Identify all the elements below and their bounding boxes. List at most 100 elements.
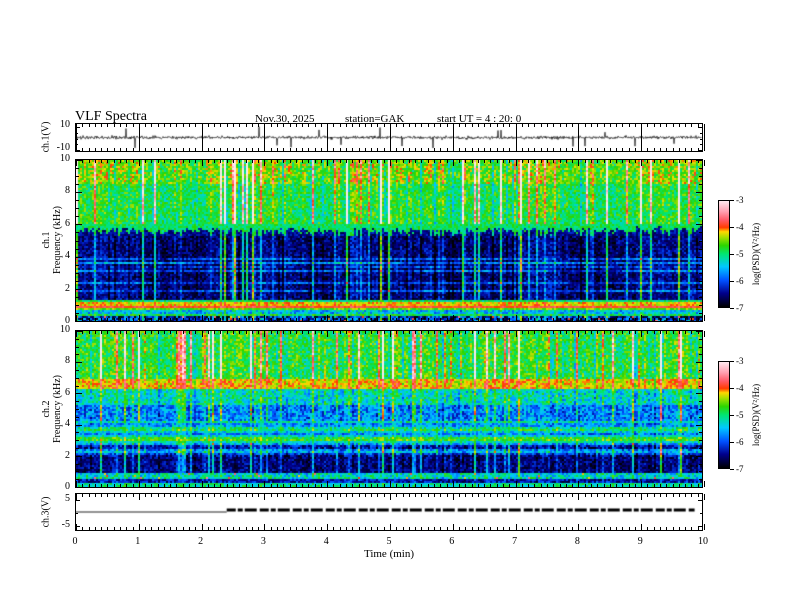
x-minor-tick bbox=[654, 494, 655, 497]
x-minor-tick bbox=[566, 527, 567, 530]
x-minor-tick bbox=[629, 318, 630, 321]
x-minor-tick bbox=[114, 148, 115, 151]
x-minor-tick bbox=[151, 160, 152, 163]
x-minor-tick bbox=[490, 527, 491, 530]
x-major-tick bbox=[453, 124, 454, 151]
x-minor-tick bbox=[654, 124, 655, 127]
x-minor-tick bbox=[447, 148, 448, 151]
x-major-tick bbox=[264, 494, 265, 500]
x-minor-tick bbox=[604, 148, 605, 151]
x-minor-tick bbox=[465, 160, 466, 163]
x-minor-tick bbox=[679, 160, 680, 163]
x-minor-tick bbox=[359, 160, 360, 163]
x-minor-tick bbox=[472, 318, 473, 321]
x-minor-tick bbox=[660, 527, 661, 530]
x-minor-tick bbox=[572, 124, 573, 127]
x-minor-tick bbox=[484, 484, 485, 487]
x-minor-tick bbox=[497, 331, 498, 334]
x-minor-tick bbox=[622, 124, 623, 127]
colorbar-tick bbox=[730, 281, 734, 282]
x-minor-tick bbox=[647, 318, 648, 321]
x-minor-tick bbox=[321, 148, 322, 151]
x-minor-tick bbox=[654, 148, 655, 151]
y-major-tick bbox=[696, 321, 702, 322]
x-minor-tick bbox=[566, 331, 567, 334]
x-minor-tick bbox=[629, 494, 630, 497]
x-minor-tick bbox=[434, 160, 435, 163]
x-minor-tick bbox=[616, 148, 617, 151]
x-minor-tick bbox=[553, 160, 554, 163]
x-minor-tick bbox=[377, 527, 378, 530]
x-minor-tick bbox=[547, 494, 548, 497]
x-minor-tick bbox=[170, 527, 171, 530]
x-minor-tick bbox=[522, 494, 523, 497]
x-minor-tick bbox=[604, 160, 605, 163]
x-minor-tick bbox=[509, 494, 510, 497]
x-minor-tick bbox=[490, 494, 491, 497]
x-minor-tick bbox=[133, 331, 134, 334]
x-minor-tick bbox=[252, 527, 253, 530]
y-minor-tick bbox=[699, 208, 702, 209]
x-minor-tick bbox=[616, 494, 617, 497]
x-minor-tick bbox=[252, 160, 253, 163]
x-minor-tick bbox=[371, 318, 372, 321]
x-minor-tick bbox=[308, 494, 309, 497]
x-minor-tick bbox=[120, 527, 121, 530]
x-minor-tick bbox=[170, 148, 171, 151]
y-minor-tick bbox=[699, 297, 702, 298]
x-minor-tick bbox=[660, 124, 661, 127]
x-minor-tick bbox=[233, 484, 234, 487]
x-minor-tick bbox=[120, 494, 121, 497]
x-minor-tick bbox=[478, 331, 479, 334]
x-minor-tick bbox=[384, 527, 385, 530]
x-minor-tick bbox=[403, 318, 404, 321]
x-minor-tick bbox=[277, 124, 278, 127]
y-major-tick bbox=[76, 160, 82, 161]
x-minor-tick bbox=[233, 124, 234, 127]
x-minor-tick bbox=[691, 331, 692, 334]
x-minor-tick bbox=[126, 160, 127, 163]
x-minor-tick bbox=[396, 331, 397, 334]
x-major-tick bbox=[202, 160, 203, 166]
x-minor-tick bbox=[440, 484, 441, 487]
x-minor-tick bbox=[547, 160, 548, 163]
x-minor-tick bbox=[384, 148, 385, 151]
x-major-tick bbox=[516, 124, 517, 151]
x-minor-tick bbox=[585, 148, 586, 151]
x-minor-tick bbox=[101, 318, 102, 321]
x-minor-tick bbox=[591, 494, 592, 497]
x-minor-tick bbox=[585, 527, 586, 530]
x-minor-tick bbox=[553, 148, 554, 151]
y-tick bbox=[76, 144, 78, 145]
x-major-tick bbox=[327, 481, 328, 487]
x-minor-tick bbox=[114, 484, 115, 487]
x-minor-tick bbox=[195, 527, 196, 530]
x-minor-tick bbox=[384, 331, 385, 334]
x-major-tick bbox=[390, 160, 391, 166]
x-major-tick bbox=[264, 524, 265, 530]
x-minor-tick bbox=[283, 148, 284, 151]
x-minor-tick bbox=[126, 484, 127, 487]
x-minor-tick bbox=[409, 148, 410, 151]
x-minor-tick bbox=[647, 527, 648, 530]
x-minor-tick bbox=[145, 318, 146, 321]
x-major-tick bbox=[578, 315, 579, 321]
x-minor-tick bbox=[679, 318, 680, 321]
colorbar-tick-label: -3 bbox=[736, 195, 744, 205]
y-major-tick bbox=[696, 192, 702, 193]
x-major-tick bbox=[641, 124, 642, 151]
x-minor-tick bbox=[534, 331, 535, 334]
x-minor-tick bbox=[553, 527, 554, 530]
y-minor-tick bbox=[699, 313, 702, 314]
x-minor-tick bbox=[145, 484, 146, 487]
x-minor-tick bbox=[183, 527, 184, 530]
y-minor-tick bbox=[76, 216, 79, 217]
ch1-waveform-canvas bbox=[76, 124, 702, 151]
x-minor-tick bbox=[277, 148, 278, 151]
y-minor-tick bbox=[76, 249, 79, 250]
y-major-tick bbox=[76, 321, 82, 322]
x-minor-tick bbox=[497, 148, 498, 151]
x-minor-tick bbox=[145, 160, 146, 163]
x-minor-tick bbox=[296, 527, 297, 530]
y-major-tick bbox=[76, 362, 82, 363]
